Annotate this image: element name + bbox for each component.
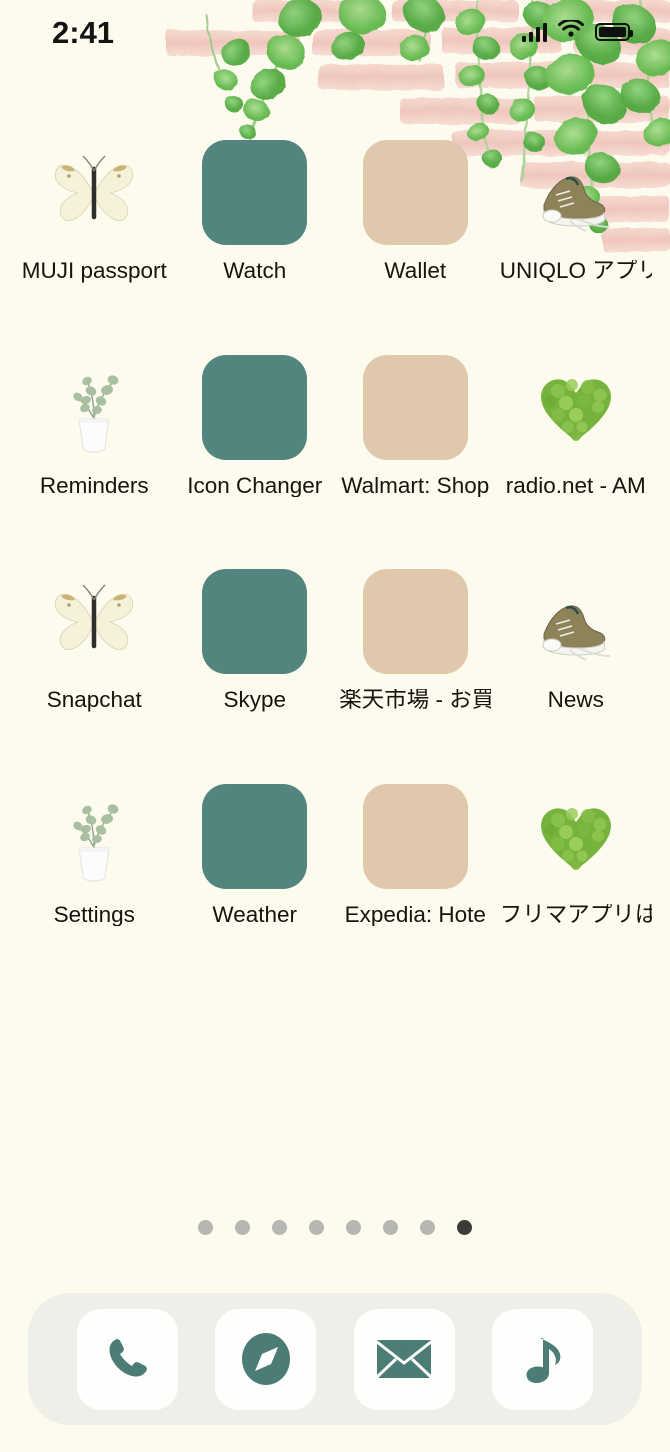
- app-label: Watch: [223, 260, 287, 283]
- cellular-signal-icon: [521, 22, 547, 42]
- page-dot[interactable]: [272, 1220, 287, 1235]
- teal-solid-tile[interactable]: [202, 140, 308, 245]
- app-icon-item[interactable]: News: [496, 569, 657, 712]
- page-dot[interactable]: [346, 1220, 361, 1235]
- app-label: Snapchat: [46, 689, 142, 712]
- beige-solid-tile[interactable]: [362, 354, 468, 460]
- page-dot[interactable]: [420, 1220, 435, 1235]
- compass-safari-icon[interactable]: [215, 1308, 317, 1410]
- app-icon-item[interactable]: Expedia: Hote: [335, 783, 496, 927]
- app-icon-item[interactable]: Settings: [14, 784, 175, 927]
- beige-solid-tile[interactable]: [362, 569, 468, 674]
- app-label: MUJI passport: [21, 260, 167, 283]
- status-bar-icons: [521, 18, 633, 44]
- app-label: Expedia: Hote: [344, 903, 486, 926]
- page-dot[interactable]: [457, 1220, 472, 1235]
- page-dot[interactable]: [309, 1220, 324, 1235]
- app-icon-item[interactable]: Skype: [175, 569, 336, 712]
- wifi-icon: [558, 18, 584, 44]
- app-icon-item[interactable]: MUJI passport: [14, 140, 175, 283]
- teal-solid-tile[interactable]: [202, 569, 308, 674]
- plant-vase-icon[interactable]: [42, 355, 147, 460]
- app-icon-item[interactable]: UNIQLO アプリ: [496, 140, 657, 283]
- app-icon-item[interactable]: Icon Changer: [175, 354, 336, 498]
- app-label: フリマアプリは: [499, 903, 652, 926]
- app-icon-item[interactable]: Walmart: Shop: [335, 354, 496, 498]
- app-label: Icon Changer: [187, 474, 323, 497]
- app-icon-item[interactable]: フリマアプリは: [496, 784, 657, 927]
- beige-solid-tile[interactable]: [362, 783, 468, 889]
- app-label: 楽天市場 - お買い: [339, 689, 492, 712]
- app-label: Reminders: [39, 474, 149, 497]
- beige-solid-tile[interactable]: [362, 140, 468, 245]
- green-heart-icon[interactable]: [523, 784, 628, 889]
- page-indicator[interactable]: [0, 1220, 670, 1235]
- dock: [28, 1293, 642, 1425]
- page-dot[interactable]: [198, 1220, 213, 1235]
- app-grid: MUJI passport Watch Wallet UNIQLO アプリ Re…: [0, 140, 670, 926]
- app-label: Skype: [223, 689, 287, 712]
- green-heart-icon[interactable]: [523, 355, 628, 460]
- butterfly-icon[interactable]: [42, 140, 147, 245]
- music-note-icon[interactable]: [492, 1308, 594, 1410]
- app-icon-item[interactable]: Wallet: [335, 140, 496, 283]
- butterfly-icon[interactable]: [42, 569, 147, 674]
- plant-vase-icon[interactable]: [42, 784, 147, 889]
- battery-full-icon: [595, 23, 633, 41]
- app-icon-item[interactable]: 楽天市場 - お買い: [335, 569, 496, 712]
- app-icon-item[interactable]: Weather: [175, 783, 336, 927]
- app-label: radio.net - AM: [505, 474, 646, 497]
- envelope-mail-icon[interactable]: [353, 1308, 455, 1410]
- app-label: News: [547, 689, 604, 712]
- app-label: Weather: [212, 903, 298, 926]
- sneakers-icon[interactable]: [523, 569, 628, 674]
- status-bar-time: 2:41: [52, 14, 115, 50]
- teal-solid-tile[interactable]: [202, 354, 308, 460]
- app-label: Walmart: Shop: [341, 474, 490, 497]
- app-icon-item[interactable]: radio.net - AM: [496, 355, 657, 498]
- app-icon-item[interactable]: Snapchat: [14, 569, 175, 712]
- status-bar: 2:41: [0, 0, 670, 64]
- sneakers-icon[interactable]: [523, 140, 628, 245]
- app-label: UNIQLO アプリ: [499, 260, 652, 283]
- teal-solid-tile[interactable]: [202, 783, 308, 889]
- app-label: Wallet: [384, 260, 447, 283]
- app-label: Settings: [53, 903, 135, 926]
- app-icon-item[interactable]: Reminders: [14, 355, 175, 498]
- app-icon-item[interactable]: Watch: [175, 140, 336, 283]
- page-dot[interactable]: [235, 1220, 250, 1235]
- page-dot[interactable]: [383, 1220, 398, 1235]
- phone-icon[interactable]: [76, 1308, 178, 1410]
